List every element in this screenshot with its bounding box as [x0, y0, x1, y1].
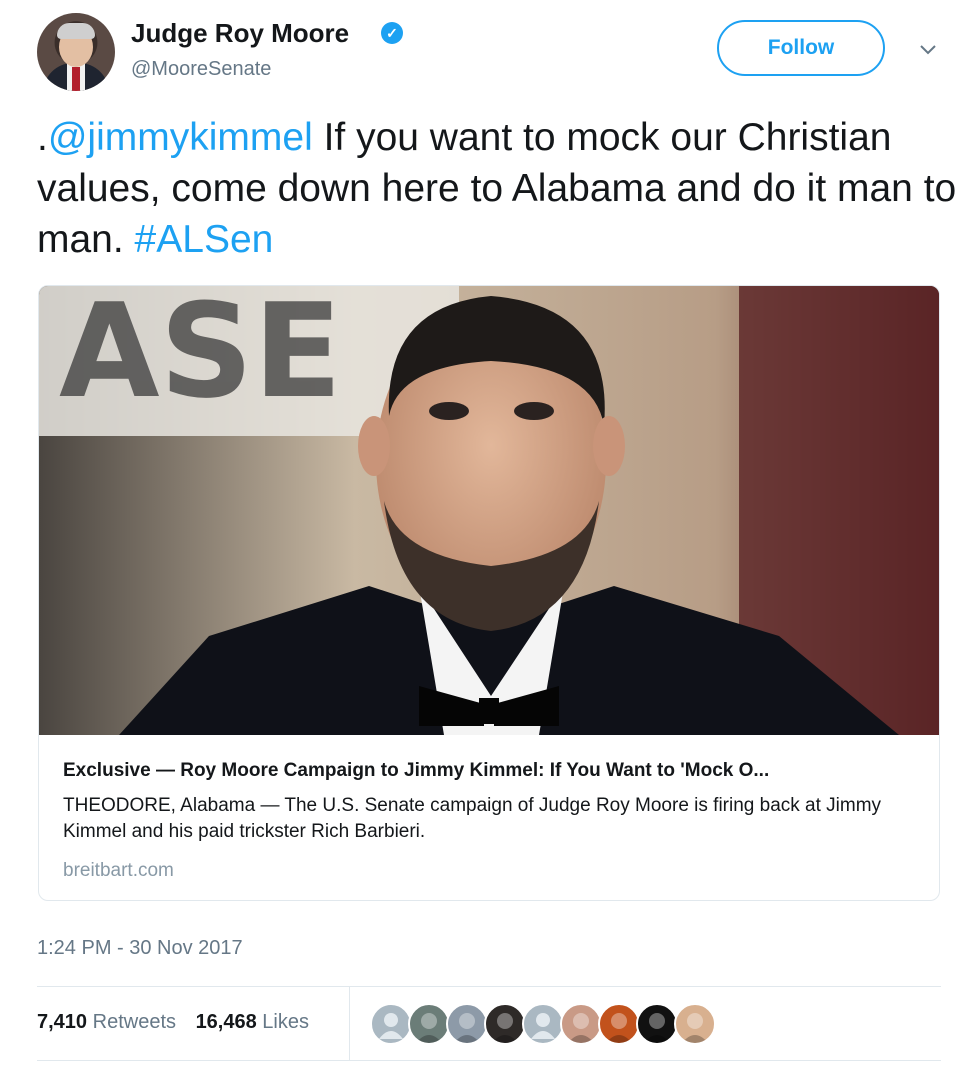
author-avatar[interactable]	[37, 13, 115, 91]
avatar-tie	[72, 67, 80, 91]
avatar-hair	[57, 23, 95, 39]
face-icon	[606, 1013, 632, 1043]
face-icon	[682, 1013, 708, 1043]
tweet-stats: 7,410 Retweets 16,468 Likes	[37, 1011, 323, 1034]
liker-avatar[interactable]	[446, 1003, 488, 1045]
hashtag-link[interactable]: #ALSen	[135, 218, 274, 261]
retweets-stat[interactable]: 7,410 Retweets	[37, 1011, 176, 1033]
default-avatar[interactable]	[370, 1003, 412, 1045]
stats-divider	[349, 987, 350, 1060]
tweet-timestamp[interactable]: 1:24 PM - 30 Nov 2017	[37, 937, 243, 960]
tweet-prefix: .	[37, 116, 48, 159]
likes-stat[interactable]: 16,468 Likes	[196, 1011, 309, 1033]
face-icon	[644, 1013, 670, 1043]
liker-avatar[interactable]	[560, 1003, 602, 1045]
card-domain[interactable]: breitbart.com	[63, 860, 174, 882]
card-image[interactable]: ASE	[39, 286, 939, 735]
card-photo: ASE	[39, 286, 939, 735]
author-handle[interactable]: @MooreSenate	[131, 58, 271, 81]
liker-avatar[interactable]	[636, 1003, 678, 1045]
divider	[37, 1060, 941, 1061]
person-icon	[379, 1013, 403, 1039]
likes-label: Likes	[262, 1011, 309, 1033]
link-card[interactable]: ASE Exclusive — Roy Moore Campaign to Ji…	[38, 285, 940, 901]
author-name[interactable]: Judge Roy Moore	[131, 18, 349, 49]
background-sign-text: ASE	[59, 286, 342, 427]
retweets-count: 7,410	[37, 1011, 88, 1033]
card-title[interactable]: Exclusive — Roy Moore Campaign to Jimmy …	[63, 760, 923, 782]
chevron-down-icon[interactable]	[917, 38, 939, 60]
likes-count: 16,468	[195, 1011, 257, 1033]
mention-link[interactable]: @jimmykimmel	[48, 116, 313, 159]
default-avatar[interactable]	[522, 1003, 564, 1045]
divider	[37, 986, 941, 987]
liker-avatar[interactable]	[408, 1003, 450, 1045]
follow-button[interactable]: Follow	[717, 20, 885, 76]
face-icon	[416, 1013, 442, 1043]
face-icon	[568, 1013, 594, 1043]
face-icon	[492, 1013, 518, 1043]
liker-avatar[interactable]	[674, 1003, 716, 1045]
retweets-label: Retweets	[92, 1011, 176, 1033]
tweet-header: Judge Roy Moore ✓ @MooreSenate Follow	[0, 0, 980, 100]
verified-badge-icon: ✓	[381, 22, 403, 44]
tweet-text: .@jimmykimmel If you want to mock our Ch…	[37, 112, 957, 265]
liker-avatar[interactable]	[484, 1003, 526, 1045]
liker-avatar[interactable]	[598, 1003, 640, 1045]
person-icon	[531, 1013, 555, 1039]
face-icon	[454, 1013, 480, 1043]
card-description: THEODORE, Alabama — The U.S. Senate camp…	[63, 795, 882, 842]
